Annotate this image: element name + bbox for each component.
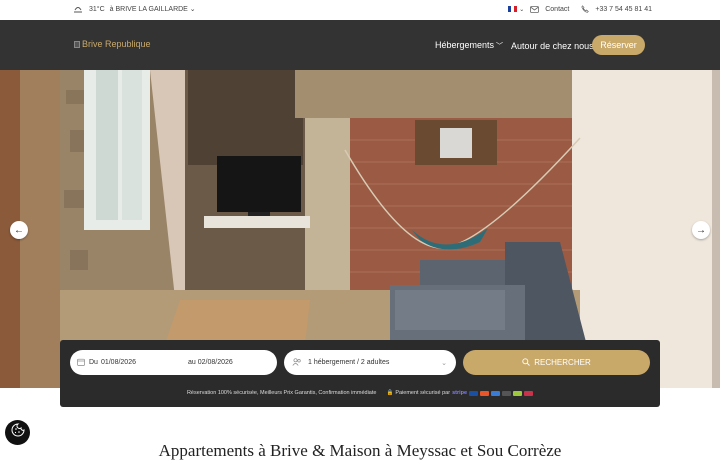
weather-widget: 31°C à BRIVE LA GAILLARDE ⌄	[72, 5, 196, 13]
search-label: RECHERCHER	[534, 358, 591, 367]
slider-next-button[interactable]: →	[692, 221, 710, 239]
stripe-logo: stripe	[452, 390, 468, 396]
nav-item-hebergements[interactable]: Hébergements ﹀	[435, 40, 503, 51]
lock-icon: 🔒	[386, 390, 394, 396]
chevron-down-icon: ⌄	[189, 6, 196, 13]
fr-flag-icon	[508, 6, 518, 12]
trust-bar: Réservation 100% sécurisée, Meilleurs Pr…	[60, 390, 660, 396]
calendar-icon	[77, 358, 85, 368]
payment-info: 🔒 Paiement sécurisé par stripe	[386, 390, 534, 396]
to-date-group[interactable]: au 02/08/2026	[188, 359, 233, 366]
cloud-sun-icon	[72, 5, 84, 13]
arrow-right-icon: →	[696, 224, 706, 236]
location-link[interactable]: à BRIVE LA GAILLARDE ⌄	[110, 5, 196, 13]
date-range-field[interactable]: Du 01/08/2026 au 02/08/2026	[70, 350, 277, 375]
guests-value: 1 hébergement / 2 adultes	[308, 359, 390, 366]
chevron-down-icon: ⌄	[519, 6, 525, 13]
applepay-icon	[513, 390, 523, 396]
to-date: 02/08/2026	[197, 359, 233, 366]
people-icon	[292, 357, 302, 368]
site-header: Brive Republique Hébergements ﹀ Autour de…	[0, 20, 720, 70]
guests-field[interactable]: 1 hébergement / 2 adultes ⌄	[284, 350, 456, 375]
reserve-button[interactable]: Réserver	[592, 35, 645, 55]
mastercard-icon	[480, 390, 490, 396]
page-heading: Appartements à Brive & Maison à Meyssac …	[158, 441, 562, 460]
search-icon	[522, 357, 531, 368]
language-selector[interactable]: ⌄	[508, 6, 524, 13]
chevron-down-icon: ﹀	[496, 43, 504, 50]
search-button[interactable]: RECHERCHER	[463, 350, 650, 375]
amex-card-icon	[491, 390, 501, 396]
logo-alt-text: Brive Republique	[82, 39, 151, 49]
from-label: Du	[89, 359, 98, 366]
broken-image-icon	[74, 40, 80, 48]
cookie-icon	[11, 423, 25, 442]
main-nav: Hébergements ﹀ Autour de chez nous	[435, 40, 594, 51]
nav-item-autour[interactable]: Autour de chez nous	[511, 41, 594, 51]
temperature: 31°C	[89, 5, 105, 13]
booking-widget: Du 01/08/2026 au 02/08/2026 1 hébergemen…	[60, 340, 660, 407]
arrow-left-icon: ←	[14, 224, 24, 236]
slider-prev-button[interactable]: ←	[10, 221, 28, 239]
chevron-down-icon: ⌄	[441, 359, 447, 367]
contact-link[interactable]: Contact	[545, 6, 569, 13]
site-logo[interactable]: Brive Republique	[74, 39, 151, 49]
uk-card-icon	[524, 390, 534, 396]
from-date[interactable]: 01/08/2026	[101, 359, 136, 366]
mail-icon	[530, 5, 540, 13]
payment-text: Paiement sécurisé par	[395, 390, 451, 396]
phone-icon	[581, 5, 590, 13]
bank-card-icon	[502, 390, 512, 396]
phone-link[interactable]: +33 7 54 45 81 41	[595, 6, 652, 13]
trust-text: Réservation 100% sécurisée, Meilleurs Pr…	[186, 390, 377, 396]
visa-card-icon	[469, 390, 479, 396]
top-bar: 31°C à BRIVE LA GAILLARDE ⌄ ⌄ Contact +3…	[0, 0, 720, 20]
